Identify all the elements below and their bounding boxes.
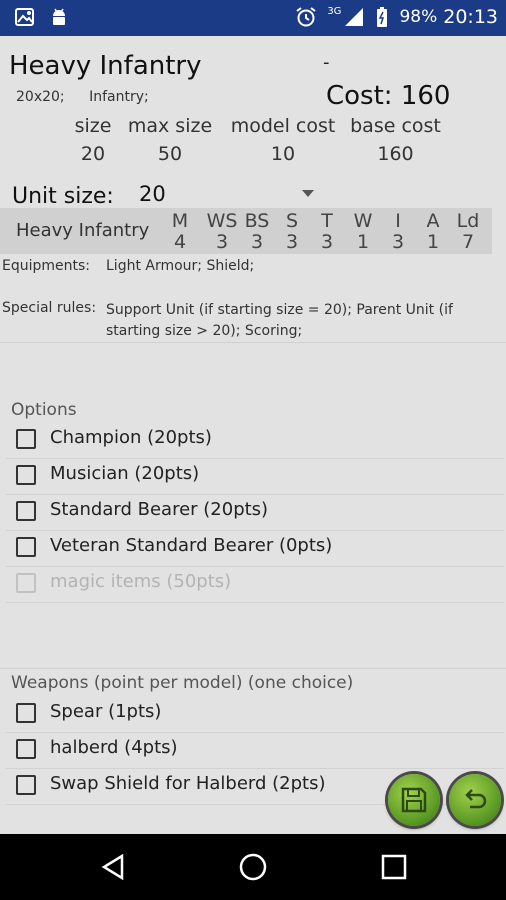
stat-value-m: 4 bbox=[173, 231, 187, 253]
option-label: Champion (20pts) bbox=[50, 427, 212, 448]
divider bbox=[0, 342, 506, 343]
profile-table: Heavy Infantry M WS BS S T W I A Ld 4 3 … bbox=[0, 208, 492, 254]
weapon-halberd[interactable]: halberd (4pts) bbox=[0, 733, 504, 769]
weapon-spear[interactable]: Spear (1pts) bbox=[0, 697, 504, 733]
clock: 20:13 bbox=[443, 6, 498, 28]
size-header: size bbox=[74, 115, 112, 137]
base-size-tag: 20x20; bbox=[16, 89, 65, 105]
weapon-label: Spear (1pts) bbox=[50, 701, 162, 722]
equipment-label: Equipments: bbox=[2, 258, 91, 274]
stat-header-m: M bbox=[171, 210, 189, 232]
stat-header-w: W bbox=[353, 210, 373, 232]
option-label: Veteran Standard Bearer (0pts) bbox=[50, 535, 333, 556]
option-standard-bearer[interactable]: Standard Bearer (20pts) bbox=[0, 495, 504, 531]
stat-header-bs: BS bbox=[244, 210, 270, 232]
stat-header-i: I bbox=[395, 210, 401, 232]
navigation-bar bbox=[0, 834, 506, 900]
max-size-header: max size bbox=[127, 115, 213, 137]
options-title: Options bbox=[11, 400, 77, 420]
dropdown-arrow-icon bbox=[302, 190, 314, 197]
home-icon[interactable] bbox=[238, 852, 268, 882]
save-button[interactable] bbox=[388, 774, 440, 826]
option-champion[interactable]: Champion (20pts) bbox=[0, 423, 504, 459]
unit-cost: Cost: 160 bbox=[326, 81, 451, 111]
profile-name: Heavy Infantry bbox=[16, 220, 150, 241]
unit-size-value: 20 bbox=[139, 182, 166, 206]
option-label: Musician (20pts) bbox=[50, 463, 200, 484]
special-rules-label: Special rules: bbox=[2, 300, 97, 316]
stat-value-a: 1 bbox=[426, 231, 440, 253]
equipment-value: Light Armour; Shield; bbox=[106, 258, 255, 274]
back-icon[interactable] bbox=[98, 852, 128, 882]
network-type: 3G bbox=[327, 5, 342, 17]
stat-header-s: S bbox=[285, 210, 299, 232]
option-musician[interactable]: Musician (20pts) bbox=[0, 459, 504, 495]
android-icon bbox=[53, 8, 65, 25]
base-cost-value: 160 bbox=[377, 143, 414, 165]
undo-icon bbox=[465, 789, 487, 809]
model-cost-value: 10 bbox=[270, 143, 296, 165]
recents-icon[interactable] bbox=[379, 852, 409, 882]
size-value: 20 bbox=[80, 143, 106, 165]
option-veteran-standard-bearer[interactable]: Veteran Standard Bearer (0pts) bbox=[0, 531, 504, 567]
unit-size-dropdown[interactable]: 20 bbox=[134, 180, 314, 210]
stat-value-bs: 3 bbox=[250, 231, 264, 253]
image-notification-icon bbox=[15, 8, 34, 26]
checkbox[interactable] bbox=[16, 703, 36, 723]
checkbox[interactable] bbox=[16, 465, 36, 485]
stat-header-t: T bbox=[321, 210, 333, 232]
unit-title: Heavy Infantry bbox=[9, 51, 202, 81]
checkbox-disabled bbox=[16, 573, 36, 593]
alarm-icon bbox=[296, 7, 316, 27]
weapon-label: halberd (4pts) bbox=[50, 737, 178, 758]
special-rules-value: Support Unit (if starting size = 20); Pa… bbox=[106, 302, 453, 339]
battery-percent: 98% bbox=[399, 7, 438, 27]
battery-icon bbox=[377, 7, 388, 27]
model-cost-header: model cost bbox=[230, 115, 336, 137]
save-icon bbox=[401, 787, 427, 813]
status-bar: 3G 98% 20:13 bbox=[0, 0, 506, 36]
unit-tags: 20x20; Infantry; bbox=[16, 89, 169, 105]
stat-header-a: A bbox=[426, 210, 440, 232]
checkbox[interactable] bbox=[16, 429, 36, 449]
stat-value-w: 1 bbox=[356, 231, 370, 253]
max-size-value: 50 bbox=[157, 143, 183, 165]
unit-editor: Heavy Infantry - 20x20; Infantry; Cost: … bbox=[0, 36, 506, 834]
weapon-label: Swap Shield for Halberd (2pts) bbox=[50, 773, 326, 794]
stat-header-ld: Ld bbox=[456, 210, 480, 232]
stat-header-ws: WS bbox=[206, 210, 238, 232]
stat-value-t: 3 bbox=[320, 231, 334, 253]
base-cost-header: base cost bbox=[350, 115, 441, 137]
unit-size-label: Unit size: bbox=[12, 184, 114, 209]
checkbox[interactable] bbox=[16, 537, 36, 557]
checkbox[interactable] bbox=[16, 501, 36, 521]
signal-icon bbox=[345, 8, 364, 26]
unit-type-tag: Infantry; bbox=[89, 89, 149, 105]
undo-button[interactable] bbox=[449, 774, 501, 826]
unit-subtitle: - bbox=[323, 52, 330, 73]
stat-value-ws: 3 bbox=[215, 231, 229, 253]
checkbox[interactable] bbox=[16, 775, 36, 795]
option-magic-items: magic items (50pts) bbox=[0, 567, 504, 603]
stat-value-ld: 7 bbox=[461, 231, 475, 253]
stat-value-s: 3 bbox=[285, 231, 299, 253]
option-label: magic items (50pts) bbox=[50, 571, 232, 592]
divider bbox=[0, 668, 506, 669]
weapons-title: Weapons (point per model) (one choice) bbox=[11, 673, 354, 693]
stat-value-i: 3 bbox=[391, 231, 405, 253]
checkbox[interactable] bbox=[16, 739, 36, 759]
option-label: Standard Bearer (20pts) bbox=[50, 499, 269, 520]
